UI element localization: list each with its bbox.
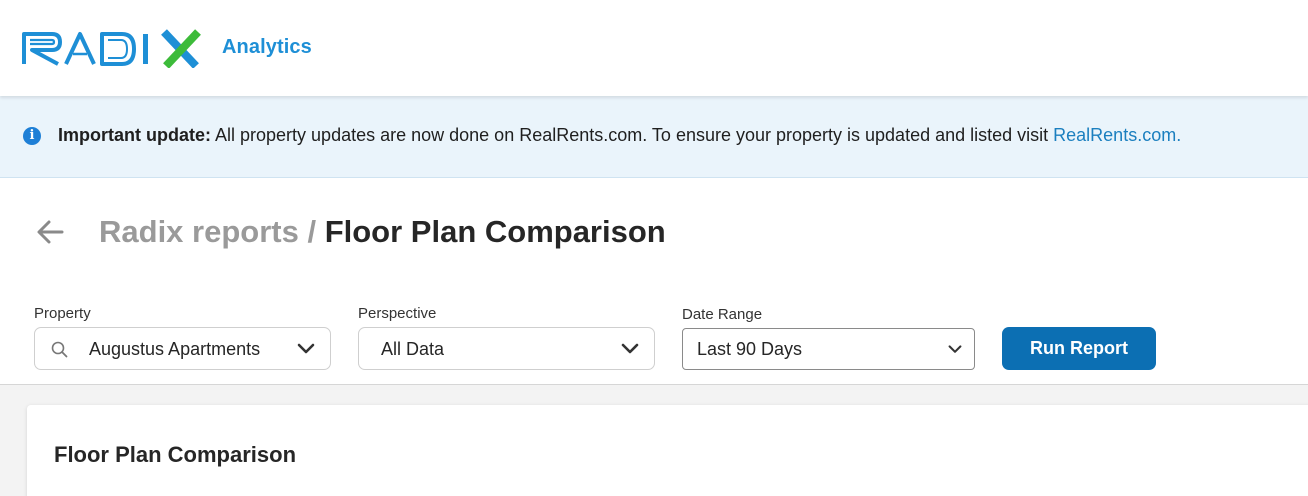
property-value: Augustus Apartments: [89, 339, 261, 359]
radix-logo[interactable]: [22, 28, 206, 68]
chevron-down-icon: [621, 343, 639, 354]
perspective-label: Perspective: [358, 305, 437, 322]
property-label: Property: [34, 305, 91, 322]
banner-body: All property updates are now done on Rea…: [211, 125, 1054, 145]
product-name: Analytics: [222, 36, 312, 58]
banner-title: Important update:: [58, 125, 211, 145]
perspective-value: All Data: [381, 339, 445, 359]
chevron-down-icon: [297, 343, 315, 354]
search-icon: [51, 341, 68, 358]
breadcrumb: Radix reports / Floor Plan Comparison: [99, 214, 666, 250]
breadcrumb-separator: /: [298, 214, 325, 249]
run-report-button[interactable]: Run Report: [1002, 327, 1156, 370]
date-range-select[interactable]: Last 90 Days: [682, 328, 975, 370]
realrents-link[interactable]: RealRents.com.: [1053, 125, 1181, 145]
chevron-down-icon: [948, 345, 962, 353]
arrow-left-icon[interactable]: [36, 219, 64, 245]
report-title: Floor Plan Comparison: [54, 442, 297, 467]
top-header: Analytics: [0, 0, 1308, 96]
property-select[interactable]: Augustus Apartments: [34, 327, 331, 370]
report-card: Floor Plan Comparison: [27, 405, 1308, 496]
perspective-select[interactable]: All Data: [358, 327, 655, 370]
banner-message: Important update: All property updates a…: [58, 125, 1181, 146]
info-icon: i: [23, 127, 41, 145]
date-range-label: Date Range: [682, 306, 763, 323]
breadcrumb-parent[interactable]: Radix reports: [99, 214, 299, 249]
date-range-value: Last 90 Days: [697, 339, 803, 359]
page-title: Floor Plan Comparison: [324, 214, 666, 249]
